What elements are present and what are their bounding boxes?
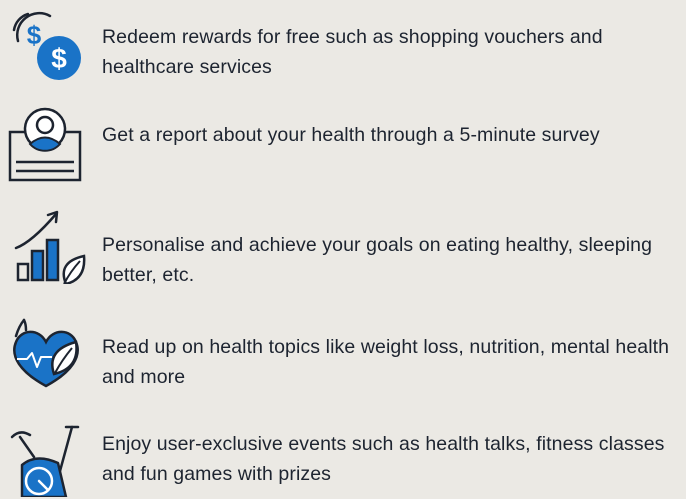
feature-list: $ $ Redeem rewards for free such as shop…: [0, 0, 686, 499]
feature-text: Personalise and achieve your goals on ea…: [102, 234, 653, 286]
svg-text:$: $: [51, 43, 67, 74]
feature-text: Redeem rewards for free such as shopping…: [102, 26, 603, 78]
feature-item-rewards: $ $ Redeem rewards for free such as shop…: [0, 8, 686, 88]
feature-item-topics: Read up on health topics like weight los…: [0, 314, 686, 394]
feature-item-events: Enjoy user-exclusive events such as heal…: [0, 417, 686, 497]
svg-text:$: $: [27, 20, 42, 50]
feature-text: Enjoy user-exclusive events such as heal…: [102, 433, 665, 485]
feature-item-report: Get a report about your health through a…: [0, 104, 686, 184]
feature-item-goals: Personalise and achieve your goals on ea…: [0, 204, 686, 286]
heart-leaf-icon: [6, 314, 90, 394]
feature-text: Get a report about your health through a…: [102, 124, 600, 146]
exercise-bike-icon: [6, 417, 90, 497]
dollar-coins-icon: $ $: [6, 8, 90, 88]
feature-text: Read up on health topics like weight los…: [102, 336, 670, 388]
growth-chart-leaf-icon: [6, 204, 90, 284]
health-report-icon: [6, 104, 90, 184]
